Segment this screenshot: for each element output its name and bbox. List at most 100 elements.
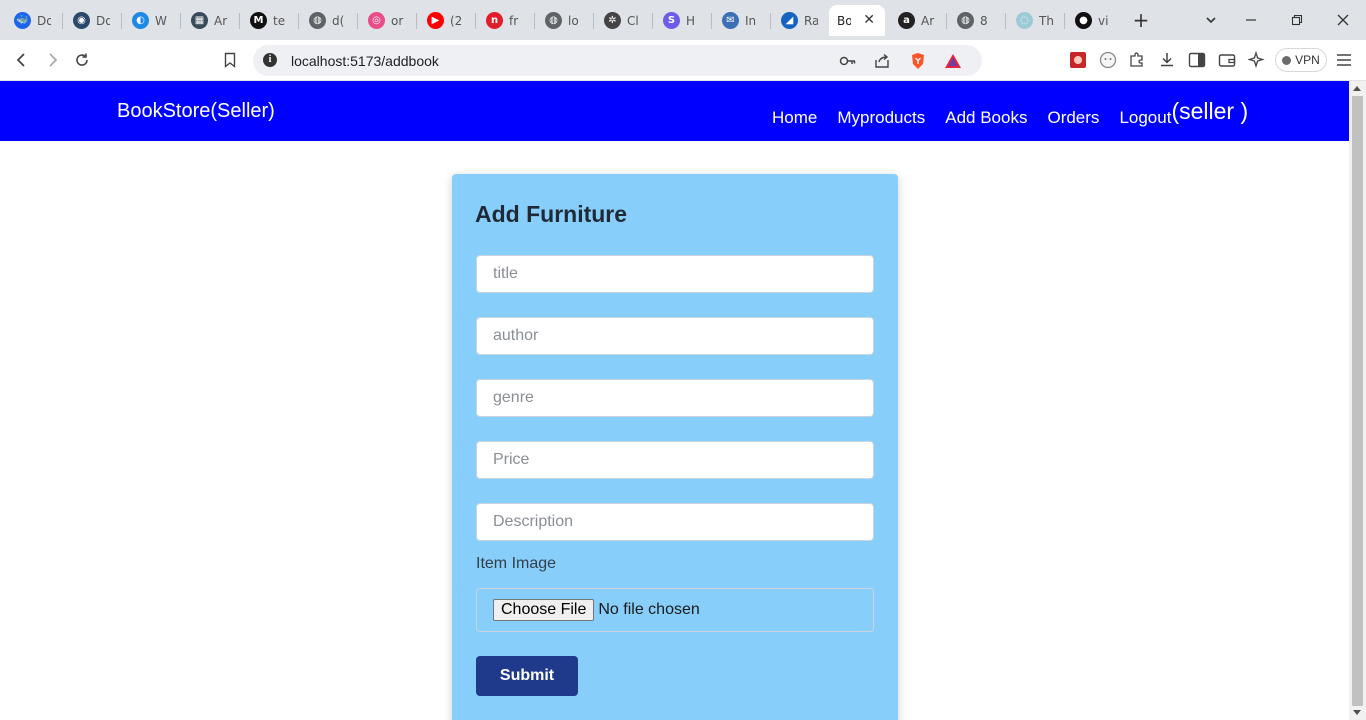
nav-link-home[interactable]: Home [772,108,817,128]
tab-label: Do [96,13,110,28]
tab-separator [180,13,181,29]
new-tab-button[interactable]: + [1131,9,1151,31]
tab-label: Th [1039,13,1053,28]
address-bar[interactable]: i localhost:5173/addbook [253,45,982,76]
scrollbar-thumb[interactable] [1352,96,1363,706]
tab-search-chevron-icon[interactable] [1199,8,1223,32]
address-url: localhost:5173/addbook [291,53,439,69]
tab-label: Bo [837,13,851,28]
forward-arrow-icon[interactable] [40,48,64,72]
back-arrow-icon[interactable] [10,48,34,72]
scroll-up-arrow-icon[interactable] [1353,86,1361,91]
page-scrollbar[interactable] [1349,81,1366,720]
browser-tab[interactable]: ◢ Ra [773,5,831,36]
browser-tab[interactable]: SH [655,5,713,36]
browser-tab[interactable]: ◍ d( [301,5,359,36]
browser-tab[interactable]: ✉ In [714,5,772,36]
extension-face-icon[interactable] [1098,50,1118,70]
tab-separator [1064,13,1065,29]
browser-tab[interactable]: ◍ lo [537,5,595,36]
download-icon[interactable] [1157,50,1177,70]
wallet-icon[interactable] [1217,50,1237,70]
tab-label: or [391,13,404,28]
close-window-icon[interactable] [1331,8,1355,32]
browser-tab[interactable]: ◌ Th [1008,5,1066,36]
choose-file-button[interactable]: Choose File [493,599,595,621]
title-input[interactable] [476,255,874,293]
tab-separator [357,13,358,29]
brave-shield-icon[interactable] [908,51,928,71]
browser-tab[interactable]: ▦ Ar [183,5,241,36]
browser-tab[interactable]: 🐳 Do [6,5,64,36]
add-item-card: Add Furniture Item Image Choose File No … [452,174,898,720]
browser-tab[interactable]: ✲ Cl [596,5,654,36]
browser-menu-icon[interactable] [1334,50,1354,70]
tab-separator [121,13,122,29]
seller-name-tag: (seller ) [1171,98,1249,124]
tab-favicon-icon: ▶ [427,12,444,29]
vpn-status-dot [1282,55,1292,65]
nav-link-add-books[interactable]: Add Books [945,108,1027,128]
tab-label: d( [332,13,345,28]
tab-close-icon[interactable]: ✕ [863,12,875,28]
browser-tab[interactable]: ◉ Do [65,5,123,36]
bookmark-icon[interactable] [218,48,242,72]
item-image-file-input[interactable]: Choose File No file chosen [476,588,874,632]
tab-label: fr [509,13,519,28]
tab-favicon-icon: ◍ [309,12,326,29]
tab-label: In [745,13,757,28]
genre-input[interactable] [476,379,874,417]
minimize-window-icon[interactable] [1239,8,1263,32]
tab-favicon-icon: ◍ [545,12,562,29]
vpn-button[interactable]: VPN [1275,48,1327,72]
author-input[interactable] [476,317,874,355]
leo-ai-sparkle-icon[interactable] [1247,50,1267,70]
browser-tab[interactable]: a Ar [890,5,948,36]
description-input[interactable] [476,503,874,541]
tab-favicon-icon: ◢ [781,12,798,29]
app-navbar: BookStore(Seller) Home Myproducts Add Bo… [0,81,1349,141]
share-icon[interactable] [872,51,892,71]
browser-tab[interactable]: ● vi [1067,5,1125,36]
tab-favicon-icon: a [898,12,915,29]
tab-favicon-icon: M [250,12,267,29]
scroll-down-arrow-icon[interactable] [1353,710,1361,715]
tab-favicon-icon: S [663,12,680,29]
brave-rewards-icon[interactable] [943,51,963,71]
tab-separator [711,13,712,29]
extension-red-icon[interactable] [1068,50,1088,70]
browser-tab[interactable]: Mte [242,5,300,36]
site-info-icon[interactable]: i [263,53,277,67]
form-heading: Add Furniture [475,201,628,227]
price-input[interactable] [476,441,874,479]
sidebar-toggle-icon[interactable] [1187,50,1207,70]
tab-separator [475,13,476,29]
tab-favicon-icon: ▦ [191,12,208,29]
browser-tab[interactable]: Bo ✕ [829,5,885,36]
password-key-icon[interactable] [838,51,858,71]
reload-icon[interactable] [70,48,94,72]
browser-tab[interactable]: ◎ or [360,5,418,36]
nav-link-logout[interactable]: Logout [1119,108,1171,128]
browser-tab[interactable]: n fr [478,5,536,36]
tab-label: (2 [450,13,463,28]
browser-tab[interactable]: ▶ (2 [419,5,477,36]
tab-label: H [686,13,696,28]
brand-title[interactable]: BookStore(Seller) [117,100,275,123]
tab-separator [1005,13,1006,29]
browser-tab[interactable]: ◐ W [124,5,182,36]
submit-button[interactable]: Submit [476,656,578,696]
nav-link-myproducts[interactable]: Myproducts [837,108,925,128]
vpn-label: VPN [1295,53,1320,67]
no-file-chosen-text: No file chosen [598,601,700,618]
tab-label: Do [37,13,51,28]
tab-label: Ar [921,13,935,28]
extensions-puzzle-icon[interactable] [1127,50,1147,70]
restore-window-icon[interactable] [1285,8,1309,32]
nav-link-orders[interactable]: Orders [1047,108,1099,128]
tab-favicon-icon: ◍ [957,12,974,29]
tab-label: Ra [804,13,818,28]
browser-tab[interactable]: ◍ 8 [949,5,1007,36]
tab-favicon-icon: ◉ [73,12,90,29]
tab-separator [62,13,63,29]
